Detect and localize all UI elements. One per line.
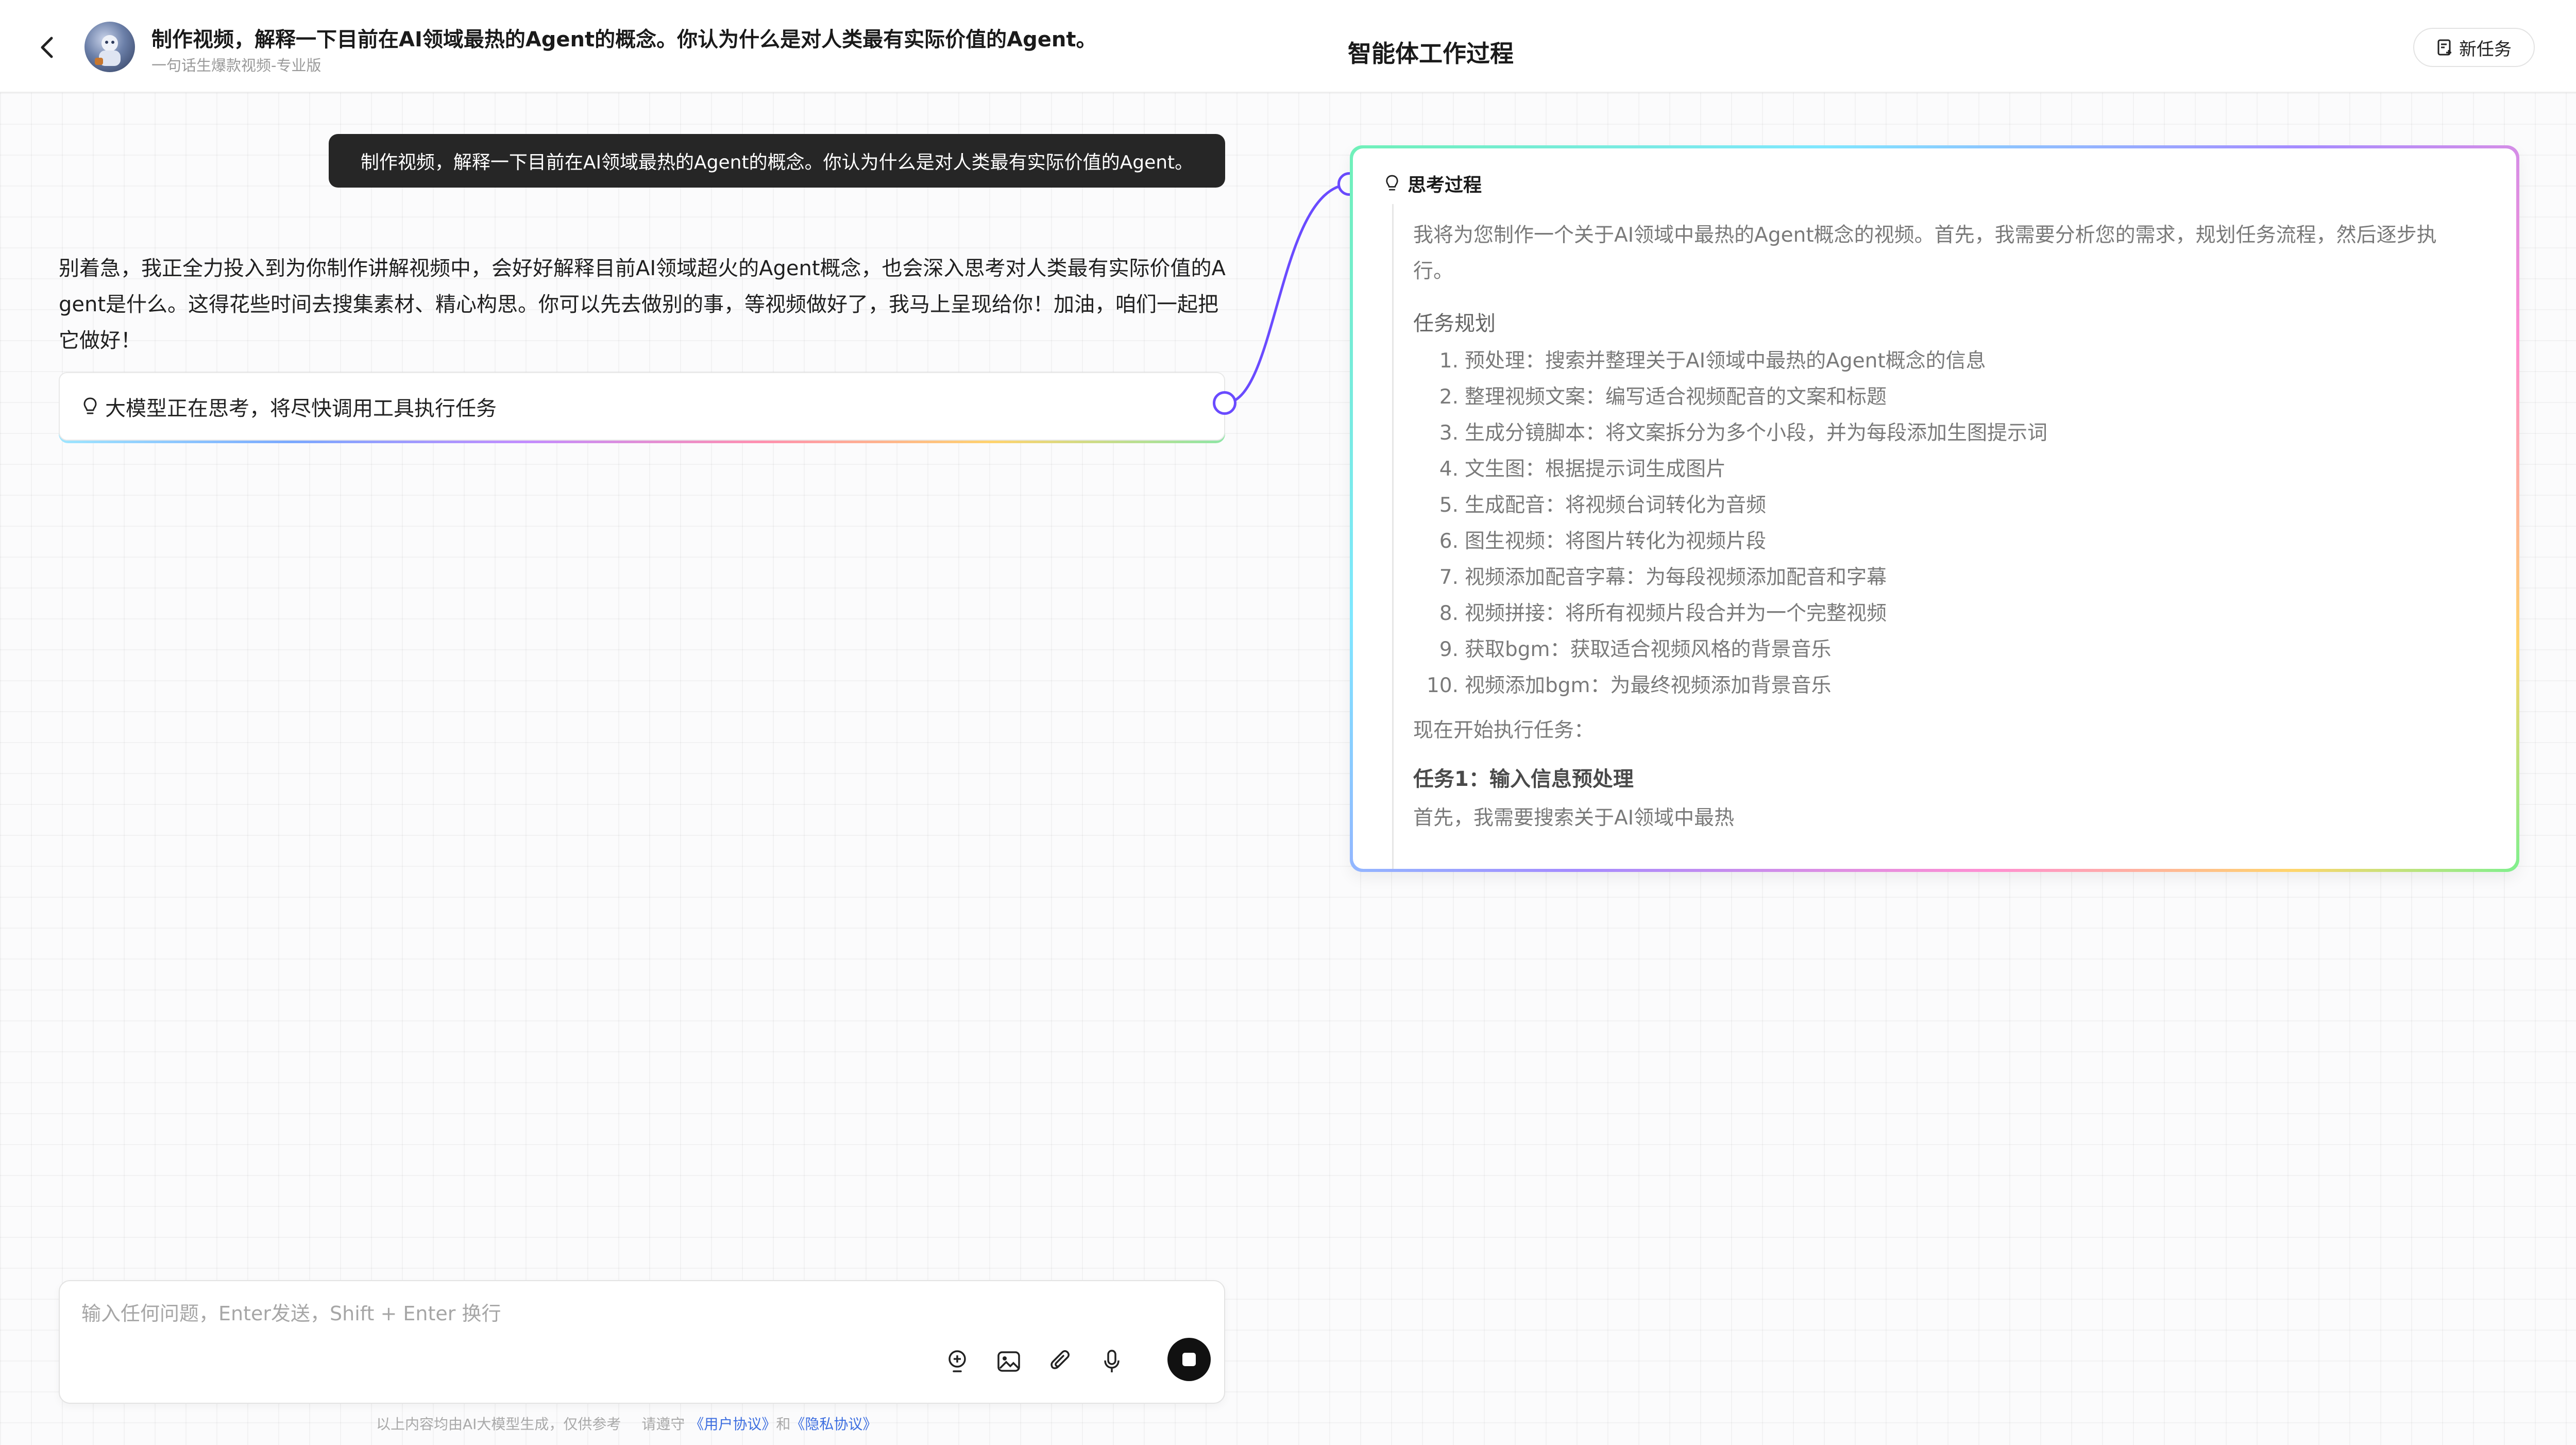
assistant-reply: 别着急，我正全力投入到为你制作讲解视频中，会好好解释目前AI领域超火的Agent… [59,257,1226,352]
stop-icon [1182,1353,1196,1366]
thinking-intro: 我将为您制作一个关于AI领域中最热的Agent概念的视频。首先，我需要分析您的需… [1413,224,2437,283]
plan-heading: 任务规划 [1413,312,1496,335]
user-message-text: 制作视频，解释一下目前在AI领域最热的Agent的概念。你认为什么是对人类最有实… [360,152,1194,173]
avatar [84,22,135,72]
plan-item: 8. 视频拼接：将所有视频片段合并为一个完整视频 [1439,602,1887,625]
task1-text: 首先，我需要搜索关于AI领域中最热 [1413,806,1735,830]
stop-generation-button[interactable] [1167,1338,1211,1381]
thinking-header[interactable]: 思考过程 [1385,170,1482,197]
thinking-title: 思考过程 [1408,175,1482,196]
thinking-panel: 思考过程 我将为您制作一个关于AI领域中最热的Agent概念的视频。首先，我需要… [1350,145,2519,872]
paperclip-icon [1050,1350,1070,1369]
lightbulb-plus-icon [948,1350,966,1372]
plan-item: 9. 获取bgm：获取适合视频风格的背景音乐 [1439,638,1832,661]
plan-item: 6. 图生视频：将图片转化为视频片段 [1439,530,1767,553]
attach-file-button[interactable] [1044,1345,1077,1378]
model-status-card[interactable]: 大模型正在思考，将尽快调用工具执行任务 [59,372,1225,443]
plan-list: 1. 预处理：搜索并整理关于AI领域中最热的Agent概念的信息 2. 整理视频文案… [1413,343,2474,704]
plan-item: 1. 预处理：搜索并整理关于AI领域中最热的Agent概念的信息 [1439,349,1986,373]
chevron-left-icon [41,37,53,58]
plan-item: 10. 视频添加bgm：为最终视频添加背景音乐 [1426,674,1832,697]
plan-item: 3. 生成分镜脚本：将文案拆分为多个小段，并为每段添加生图提示词 [1439,422,2048,445]
plan-item: 4. 文生图：根据提示词生成图片 [1439,458,1726,481]
plan-item: 2. 整理视频文案：编写适合视频配音的文案和标题 [1439,385,1887,409]
user-agreement-link[interactable]: 《用户协议》 [689,1416,776,1433]
top-bar: 制作视频，解释一下目前在AI领域最热的Agent的概念。你认为什么是对人类最有实… [0,0,2576,93]
microphone-icon [1104,1350,1120,1372]
plan-item: 7. 视频添加配音字幕：为每段视频添加配音和字幕 [1439,566,1887,589]
lightbulb-icon [83,397,97,414]
chat-input[interactable] [80,1298,1164,1330]
privacy-policy-link[interactable]: 《隐私协议》 [790,1416,877,1433]
panel-title: 智能体工作过程 [1348,40,1514,68]
task-subtitle: 一句话生爆款视频-专业版 [151,57,321,74]
lightbulb-icon [1386,175,1398,191]
image-icon [997,1351,1020,1372]
new-task-button[interactable]: 新任务 [2413,28,2535,67]
footer-disclaimer: 以上内容均由AI大模型生成，仅供参考 请遵守 《用户协议》和《隐私协议》 [376,1416,877,1433]
model-status-text: 大模型正在思考，将尽快调用工具执行任务 [105,396,497,421]
task1-title: 任务1：输入信息预处理 [1413,767,1634,791]
new-task-icon [2437,39,2451,56]
start-execution-text: 现在开始执行任务： [1413,719,1595,742]
voice-input-button[interactable] [1095,1345,1128,1378]
plan-item: 5. 生成配音：将视频台词转化为音频 [1439,494,1767,517]
user-message-bubble: 制作视频，解释一下目前在AI领域最热的Agent的概念。你认为什么是对人类最有实… [329,134,1225,188]
back-button[interactable] [32,32,63,63]
connector-dot-start [1213,391,1236,415]
process-connector [1225,183,1350,405]
inspire-button[interactable] [941,1345,974,1378]
task-title: 制作视频，解释一下目前在AI领域最热的Agent的概念。你认为什么是对人类最有实… [151,28,1097,52]
chat-input-box [59,1280,1225,1404]
new-task-label: 新任务 [2459,39,2512,60]
image-upload-button[interactable] [992,1345,1025,1378]
thinking-content: 我将为您制作一个关于AI领域中最热的Agent概念的视频。首先，我需要分析您的需… [1392,204,2474,869]
